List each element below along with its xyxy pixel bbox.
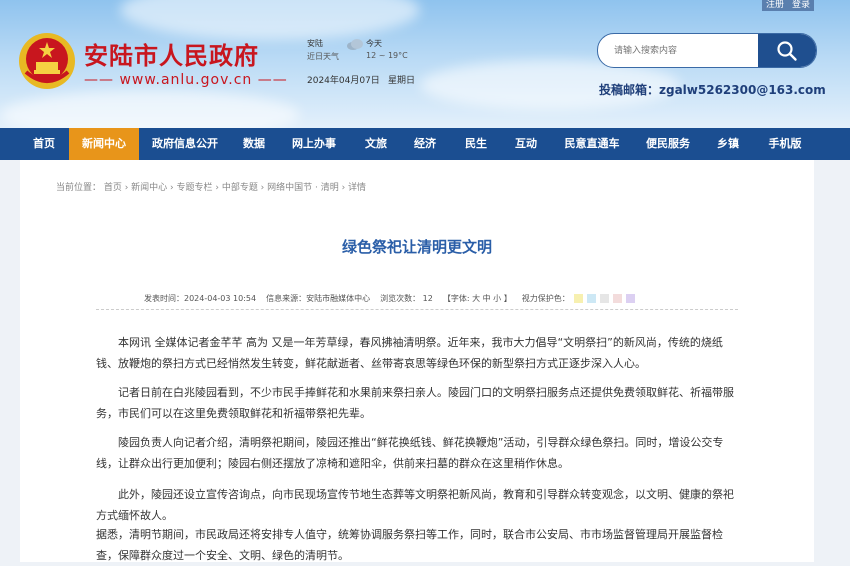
article-paragraph: 记者日前在白兆陵园看到，不少市民手捧鲜花和水果前来祭扫亲人。陵园门口的文明祭扫服…: [96, 386, 734, 420]
current-weekday: 星期日: [388, 76, 416, 86]
meta-divider: [96, 309, 738, 310]
article-title: 绿色祭祀让清明更文明: [341, 238, 492, 256]
color-swatch[interactable]: [612, 294, 622, 303]
cloud-icon: [347, 39, 363, 50]
article-paragraph: 此外，陵园还设立宣传咨询点，向市民现场宣传节地生态葬等文明祭祀新风尚，教育和引导…: [96, 488, 734, 522]
article-paragraph: 陵园负责人向记者介绍，清明祭祀期间，陵园还推出“鲜花换纸钱、鲜花换鞭炮”活动，引…: [96, 436, 724, 470]
nav-item-towns[interactable]: 乡镇: [706, 128, 750, 160]
nav-item-mobile[interactable]: 手机版: [760, 128, 810, 160]
weather-today: 今天: [366, 39, 382, 48]
search-input[interactable]: [612, 34, 756, 67]
nav-item-economy[interactable]: 经济: [403, 128, 447, 160]
nav-item-home[interactable]: 首页: [22, 128, 66, 160]
info-source: 信息来源：安陆市融媒体中心: [266, 294, 371, 303]
nav-item-livelihood[interactable]: 民生: [454, 128, 498, 160]
view-count: 浏览次数： 12: [380, 294, 433, 303]
nav-item-data[interactable]: 数据: [232, 128, 276, 160]
login-link[interactable]: 登录: [788, 0, 814, 11]
nav-item-convenience[interactable]: 便民服务: [637, 128, 699, 160]
publish-time: 发表时间：2024-04-03 10:54: [144, 294, 257, 303]
national-emblem-icon: [19, 33, 75, 89]
search-button[interactable]: [758, 34, 816, 67]
color-swatch[interactable]: [586, 294, 596, 303]
article-meta: 发表时间：2024-04-03 10:54 信息来源：安陆市融媒体中心 浏览次数…: [144, 293, 639, 304]
submission-email[interactable]: 投稿邮箱：zgalw5262300@163.com: [599, 81, 826, 98]
top-links: 注册 登录: [761, 0, 814, 11]
nav-item-news[interactable]: 新闻中心: [69, 128, 139, 160]
font-size-control[interactable]: 【字体: 大 中 小 】: [443, 293, 512, 304]
color-swatch[interactable]: [625, 294, 635, 303]
nav-item-online-service[interactable]: 网上办事: [284, 128, 344, 160]
weather-city: 安陆: [307, 39, 323, 48]
search-box: [597, 33, 817, 68]
article-paragraph: 本网讯 全媒体记者金芊芊 高为 又是一年芳草绿，春风拂袖清明祭。近年来，我市大力…: [96, 336, 723, 370]
nav-item-gov-info[interactable]: 政府信息公开: [146, 128, 224, 160]
article-paragraph: 据悉，清明节期间，市民政局还将安排专人值守，统筹协调服务祭扫等工作，同时，联合市…: [96, 528, 723, 562]
site-title[interactable]: 安陆市人民政府: [84, 36, 259, 71]
weather-temp: 12 ~ 19°C: [366, 51, 408, 60]
nav-item-public-opinion[interactable]: 民意直通车: [557, 128, 627, 160]
color-swatch[interactable]: [573, 294, 583, 303]
cloud-decoration: [0, 90, 300, 128]
current-date: 2024年04月07日: [307, 76, 380, 86]
site-url: —— www.anlu.gov.cn ——: [84, 72, 288, 88]
nav-item-culture-tourism[interactable]: 文旅: [354, 128, 398, 160]
main-nav: 首页 新闻中心 政府信息公开 数据 网上办事 文旅 经济 民生 互动 民意直通车…: [0, 128, 850, 160]
weather-desc: 近日天气: [307, 52, 339, 61]
breadcrumb[interactable]: 当前位置： 首页 › 新闻中心 › 专题专栏 › 中部专题 › 网络中国节 · …: [56, 180, 366, 193]
nav-item-interaction[interactable]: 互动: [504, 128, 548, 160]
eye-protection-label: 视力保护色：: [521, 294, 570, 303]
cloud-decoration: [120, 0, 420, 40]
register-link[interactable]: 注册: [762, 0, 788, 11]
search-icon: [777, 40, 797, 61]
site-header: 注册 登录 安陆市人民政府 —— www.anlu.gov.cn —— 安陆 近…: [0, 0, 850, 128]
article-container: 当前位置： 首页 › 新闻中心 › 专题专栏 › 中部专题 › 网络中国节 · …: [20, 160, 814, 562]
color-swatch[interactable]: [599, 294, 609, 303]
